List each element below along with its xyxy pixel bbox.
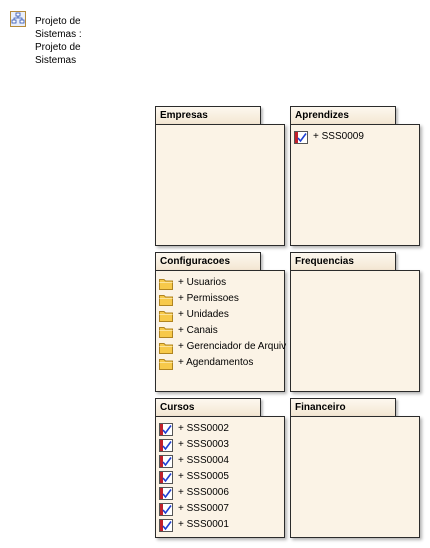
package-diagram-icon <box>10 11 26 27</box>
package-financeiro[interactable]: Financeiro <box>290 398 420 538</box>
package-tab: Aprendizes <box>290 106 396 124</box>
package-tab: Empresas <box>155 106 261 124</box>
project-title: Projeto de Sistemas : Projeto de Sistema… <box>35 16 82 66</box>
list-item-label: + SSS0005 <box>178 471 229 482</box>
list-item-label: + SSS0003 <box>178 439 229 450</box>
package-title: Cursos <box>160 402 195 413</box>
package-title: Configuracoes <box>160 256 231 267</box>
package-title: Aprendizes <box>295 110 349 121</box>
checkbox-class-icon <box>159 503 173 516</box>
folder-icon <box>159 359 173 370</box>
folder-icon <box>159 327 173 338</box>
package-title: Empresas <box>160 110 208 121</box>
list-item-label: + Gerenciador de Arquiv <box>178 341 287 352</box>
checkbox-class-icon <box>159 487 173 500</box>
list-item-label: + SSS0002 <box>178 423 229 434</box>
package-aprendizes[interactable]: Aprendizes + SSS0009 <box>290 106 420 246</box>
checkbox-class-icon <box>159 439 173 452</box>
list-item-label: + Unidades <box>178 309 229 320</box>
folder-icon <box>159 295 173 306</box>
package-empresas[interactable]: Empresas <box>155 106 285 246</box>
package-tab: Cursos <box>155 398 261 416</box>
list-item-label: + Agendamentos <box>178 357 254 368</box>
package-tab: Financeiro <box>290 398 396 416</box>
checkbox-class-icon <box>294 131 308 144</box>
package-tab: Frequencias <box>290 252 396 270</box>
checkbox-class-icon <box>159 423 173 436</box>
list-item-label: + SSS0006 <box>178 487 229 498</box>
package-title: Financeiro <box>295 402 346 413</box>
list-item-label: + Usuarios <box>178 277 227 288</box>
package-body: + Usuarios + Permissoes + Unidades + Can… <box>155 270 287 392</box>
package-tab: Configuracoes <box>155 252 261 270</box>
list-item-label: + SSS0001 <box>178 519 229 530</box>
checkbox-class-icon <box>159 471 173 484</box>
folder-icon <box>159 311 173 322</box>
package-body: + SSS0002 + SSS0003 + SSS0004 + SSS0005 … <box>155 416 285 538</box>
list-item-label: + SSS0007 <box>178 503 229 514</box>
checkbox-class-icon <box>159 455 173 468</box>
package-body <box>290 416 420 538</box>
package-frequencias[interactable]: Frequencias <box>290 252 420 392</box>
package-title: Frequencias <box>295 256 354 267</box>
folder-icon <box>159 343 173 354</box>
list-item-label: + Permissoes <box>178 293 239 304</box>
folder-icon <box>159 279 173 290</box>
list-item-label: + SSS0009 <box>313 131 364 142</box>
package-body <box>290 270 420 392</box>
package-body: + SSS0009 <box>290 124 420 246</box>
package-cursos[interactable]: Cursos + SSS0002 + SSS0003 + SSS0004 + S… <box>155 398 285 538</box>
checkbox-class-icon <box>159 519 173 532</box>
list-item-label: + Canais <box>178 325 218 336</box>
list-item-label: + SSS0004 <box>178 455 229 466</box>
package-configuracoes[interactable]: Configuracoes + Usuarios + Permissoes + … <box>155 252 287 392</box>
package-body <box>155 124 285 246</box>
